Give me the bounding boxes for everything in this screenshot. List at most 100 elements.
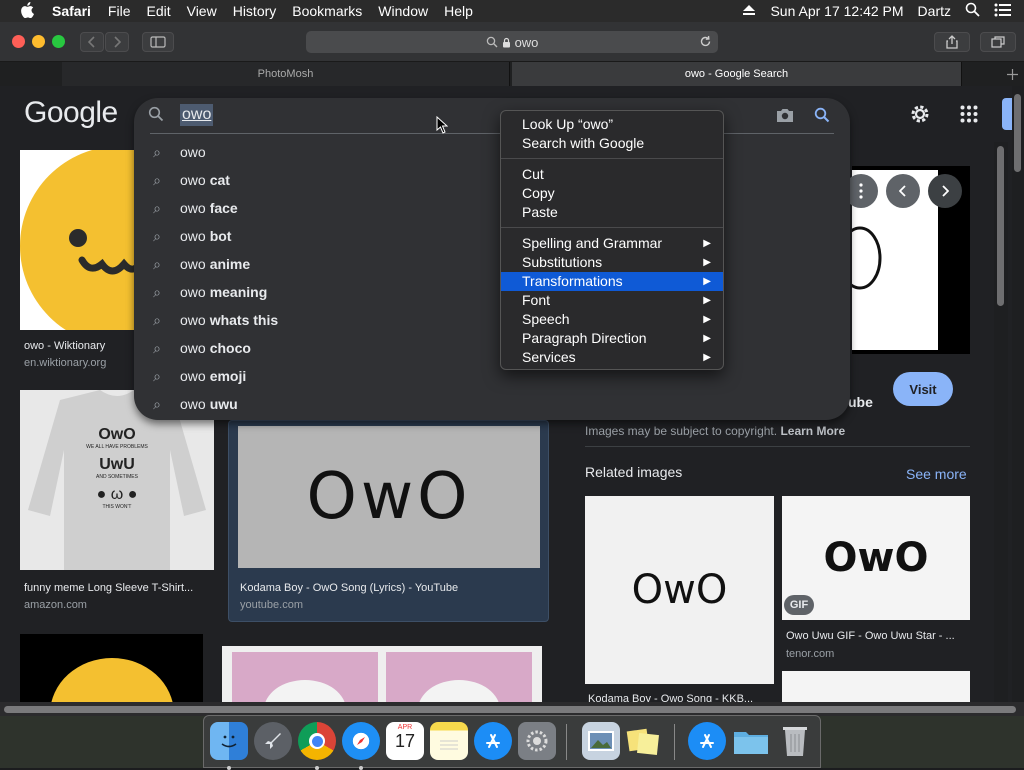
safari-icon[interactable] — [342, 722, 380, 770]
scrollbar-thumb[interactable] — [4, 706, 1016, 713]
menu-item-paragraph-direction[interactable]: Paragraph Direction ▶ — [501, 329, 723, 348]
related-image-3[interactable] — [782, 671, 970, 702]
suggestion-item[interactable]: ⌕ owo uwu — [134, 390, 494, 418]
launchpad-icon[interactable] — [254, 722, 292, 760]
address-bar[interactable]: owo — [306, 31, 718, 53]
menu-file[interactable]: File — [108, 3, 131, 19]
search-submit-icon[interactable] — [814, 107, 830, 128]
camera-search-icon[interactable] — [776, 107, 794, 128]
apps-grid-icon[interactable] — [960, 105, 978, 128]
app-store-icon[interactable] — [474, 722, 512, 760]
tab-photomosh[interactable]: PhotoMosh — [62, 62, 510, 86]
result-title[interactable]: owo - Wiktionary — [24, 340, 105, 352]
result-title[interactable]: funny meme Long Sleeve T-Shirt... — [24, 582, 193, 594]
visit-button[interactable]: Visit — [893, 372, 953, 406]
menu-view[interactable]: View — [187, 3, 217, 19]
menu-help[interactable]: Help — [444, 3, 473, 19]
notes-icon[interactable] — [430, 722, 468, 760]
suggestion-suffix: emoji — [209, 368, 247, 384]
menu-bookmarks[interactable]: Bookmarks — [292, 3, 362, 19]
menu-item-transformations[interactable]: Transformations ▶ — [501, 272, 723, 291]
calendar-icon[interactable]: APR 17 — [386, 722, 424, 760]
forward-button[interactable] — [105, 32, 129, 52]
applications-folder-icon[interactable] — [688, 722, 726, 760]
result-image-owo[interactable]: OwO — [238, 426, 540, 568]
page-scrollbar[interactable] — [994, 142, 1008, 702]
menu-edit[interactable]: Edit — [146, 3, 170, 19]
result-source[interactable]: amazon.com — [24, 599, 87, 611]
related-title[interactable]: Kodama Boy - Owo Song - KKB... — [588, 693, 753, 702]
account-avatar[interactable] — [1002, 98, 1012, 130]
result-image-pink[interactable] — [222, 646, 542, 702]
menu-item-copy[interactable]: Copy — [501, 184, 723, 203]
suggestion-item[interactable]: ⌕ owo emoji — [134, 362, 494, 390]
scrollbar-thumb[interactable] — [1014, 94, 1021, 172]
window-scrollbar[interactable] — [1012, 86, 1024, 702]
menu-separator — [501, 158, 723, 159]
tab-google-search[interactable]: owo - Google Search — [512, 62, 962, 86]
copyright-notice: Images may be subject to copyright. Lear… — [585, 424, 845, 438]
trash-icon[interactable] — [776, 722, 814, 760]
related-source[interactable]: tenor.com — [786, 648, 834, 660]
menu-item-speech[interactable]: Speech ▶ — [501, 310, 723, 329]
tab-overview-button[interactable] — [980, 32, 1016, 52]
learn-more-link[interactable]: Learn More — [780, 424, 845, 438]
menu-item-cut[interactable]: Cut — [501, 165, 723, 184]
sidebar-toggle-button[interactable] — [142, 32, 174, 52]
apple-menu-icon[interactable] — [20, 1, 34, 21]
result-title[interactable]: Kodama Boy - OwO Song (Lyrics) - YouTube — [240, 582, 458, 594]
downloads-folder-icon[interactable] — [732, 722, 770, 760]
minimize-window-button[interactable] — [32, 35, 45, 48]
new-tab-button[interactable] — [1000, 62, 1024, 86]
calendar-day: 17 — [394, 731, 416, 751]
context-menu: Look Up “owo” Search with Google Cut Cop… — [500, 110, 724, 370]
menu-item-paste[interactable]: Paste — [501, 203, 723, 222]
suggestion-item[interactable]: ⌕ owo face — [134, 194, 494, 222]
suggestion-item[interactable]: ⌕ owo meaning — [134, 278, 494, 306]
see-more-link[interactable]: See more — [906, 466, 967, 482]
menubar-datetime[interactable]: Sun Apr 17 12:42 PM — [770, 3, 903, 19]
zoom-window-button[interactable] — [52, 35, 65, 48]
menu-item-look-up[interactable]: Look Up “owo” — [501, 115, 723, 134]
share-button[interactable] — [934, 32, 970, 52]
menu-item-services[interactable]: Services ▶ — [501, 348, 723, 367]
horizontal-scrollbar[interactable] — [0, 702, 1024, 716]
suggestion-item[interactable]: ⌕ owo choco — [134, 334, 494, 362]
menubar-user[interactable]: Dartz — [918, 3, 951, 19]
suggestion-item[interactable]: ⌕ owo anime — [134, 250, 494, 278]
chrome-icon[interactable] — [298, 722, 336, 770]
related-image-1[interactable]: OwO — [585, 496, 774, 684]
google-logo[interactable]: Google — [24, 96, 118, 130]
system-preferences-icon[interactable] — [518, 722, 556, 760]
settings-gear-icon[interactable] — [908, 102, 932, 131]
menu-item-search-with-google[interactable]: Search with Google — [501, 134, 723, 153]
eject-icon[interactable] — [742, 3, 756, 19]
close-window-button[interactable] — [12, 35, 25, 48]
stickies-icon[interactable] — [624, 722, 662, 760]
menu-app-name[interactable]: Safari — [52, 3, 91, 19]
reload-icon[interactable] — [699, 35, 712, 48]
previous-image-button[interactable] — [886, 174, 920, 208]
related-title[interactable]: Owo Uwu GIF - Owo Uwu Star - ... — [786, 630, 955, 642]
finder-icon[interactable] — [210, 722, 248, 770]
next-image-button[interactable] — [928, 174, 962, 208]
preview-title[interactable]: ube — [848, 394, 873, 410]
suggestion-item[interactable]: ⌕ owo whats this — [134, 306, 494, 334]
spotlight-search-icon[interactable] — [965, 2, 980, 20]
search-input[interactable]: owo — [180, 104, 214, 126]
suggestion-item[interactable]: ⌕ owo — [134, 138, 494, 166]
menu-history[interactable]: History — [233, 3, 277, 19]
result-image-emoji-2[interactable] — [20, 634, 203, 702]
menu-item-font[interactable]: Font ▶ — [501, 291, 723, 310]
preview-photos-icon[interactable] — [582, 722, 620, 760]
menu-item-spelling-and-grammar[interactable]: Spelling and Grammar ▶ — [501, 234, 723, 253]
suggestion-item[interactable]: ⌕ owo cat — [134, 166, 494, 194]
result-source[interactable]: en.wiktionary.org — [24, 357, 106, 369]
back-button[interactable] — [80, 32, 104, 52]
menu-window[interactable]: Window — [378, 3, 428, 19]
menu-item-substitutions[interactable]: Substitutions ▶ — [501, 253, 723, 272]
suggestion-item[interactable]: ⌕ owo bot — [134, 222, 494, 250]
scrollbar-thumb[interactable] — [997, 146, 1004, 306]
result-source[interactable]: youtube.com — [240, 599, 303, 611]
notification-center-icon[interactable] — [994, 3, 1012, 20]
